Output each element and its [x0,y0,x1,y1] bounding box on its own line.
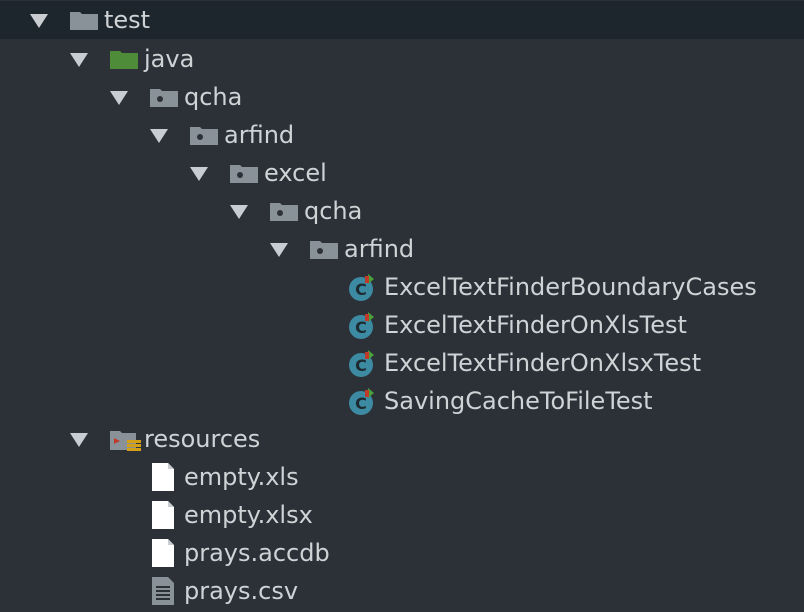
tree-node-package[interactable]: qcha [0,78,804,116]
tree-node-class[interactable]: C ExcelTextFinderOnXlsTest [0,306,804,344]
package-icon [310,241,338,259]
tree-node-label: SavingCacheToFileTest [384,387,653,415]
folder-icon [70,12,98,30]
package-icon [270,203,298,221]
tree-node-label: ExcelTextFinderOnXlsTest [384,311,687,339]
source-folder-icon [110,51,138,69]
tree-node-label: empty.xls [184,463,299,491]
tree-node-resources[interactable]: resources [0,420,804,458]
tree-node-java[interactable]: java [0,40,804,78]
tree-node-class[interactable]: C ExcelTextFinderOnXlsxTest [0,344,804,382]
tree-node-package[interactable]: arfind [0,116,804,154]
file-icon [152,501,174,529]
tree-node-label: ExcelTextFinderOnXlsxTest [384,349,702,377]
file-icon [152,463,174,491]
test-class-icon: C [349,274,374,301]
tree-node-label: ExcelTextFinderBoundaryCases [384,273,757,301]
tree-node-label: qcha [184,83,243,111]
package-icon [190,127,218,145]
chevron-down-icon[interactable] [70,53,88,67]
chevron-down-icon[interactable] [110,91,128,105]
tree-node-file[interactable]: prays.accdb [0,534,804,572]
tree-node-package[interactable]: arfind [0,230,804,268]
project-tree: test java qcha arfind excel qcha arfind … [0,0,804,612]
resources-folder-icon [110,431,141,451]
tree-node-label: test [104,6,151,34]
tree-node-label: prays.csv [184,577,299,605]
tree-node-label: prays.accdb [184,539,330,567]
tree-node-package[interactable]: excel [0,154,804,192]
tree-node-label: qcha [304,197,363,225]
tree-node-file[interactable]: prays.csv [0,572,804,610]
tree-node-class[interactable]: C ExcelTextFinderBoundaryCases [0,268,804,306]
chevron-down-icon[interactable] [70,433,88,447]
package-icon [230,165,258,183]
tree-node-label: resources [144,425,261,453]
file-icon [152,539,174,567]
chevron-down-icon[interactable] [190,167,208,181]
tree-node-file[interactable]: empty.xls [0,458,804,496]
tree-node-label: java [144,45,195,73]
tree-node-class[interactable]: C SavingCacheToFileTest [0,382,804,420]
test-class-icon: C [349,350,374,377]
tree-node-label: excel [264,159,327,187]
test-class-icon: C [349,388,374,415]
tree-node-label: arfind [344,235,415,263]
tree-node-label: empty.xlsx [184,501,313,529]
tree-node-test[interactable]: test [0,1,804,39]
chevron-down-icon[interactable] [30,14,48,28]
tree-node-file[interactable]: empty.xlsx [0,496,804,534]
package-icon [150,89,178,107]
tree-node-package[interactable]: qcha [0,192,804,230]
text-file-icon [152,577,174,605]
chevron-down-icon[interactable] [150,129,168,143]
tree-node-label: arfind [224,121,295,149]
chevron-down-icon[interactable] [270,243,288,257]
test-class-icon: C [349,312,374,339]
chevron-down-icon[interactable] [230,205,248,219]
